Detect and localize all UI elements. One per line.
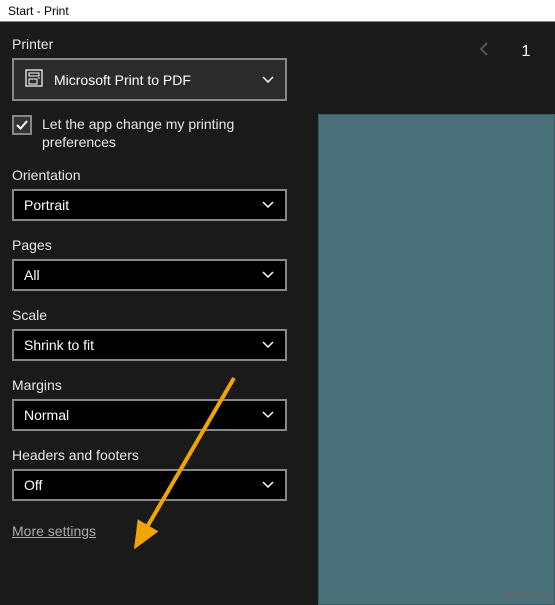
chevron-down-icon xyxy=(261,268,275,282)
prev-page-button[interactable] xyxy=(477,40,491,63)
page-number: 1 xyxy=(521,43,531,61)
pages-value: All xyxy=(24,267,40,283)
margins-value: Normal xyxy=(24,407,69,423)
chevron-down-icon xyxy=(261,198,275,212)
print-options-panel: Printer Microsoft Print to PDF xyxy=(0,22,310,605)
chevron-left-icon xyxy=(477,40,491,58)
window-title-bar: Start - Print xyxy=(0,0,555,22)
printer-label: Printer xyxy=(12,36,296,52)
window-title: Start - Print xyxy=(8,4,69,18)
preferences-checkbox-row[interactable]: Let the app change my printing preferenc… xyxy=(12,115,296,151)
headers-footers-label: Headers and footers xyxy=(12,447,296,463)
orientation-label: Orientation xyxy=(12,167,296,183)
printer-icon xyxy=(24,68,44,91)
watermark: wsxdn.com xyxy=(501,590,551,601)
preview-document xyxy=(318,114,555,605)
preferences-checkbox-label: Let the app change my printing preferenc… xyxy=(42,115,282,151)
pages-label: Pages xyxy=(12,237,296,253)
preferences-checkbox[interactable] xyxy=(12,115,32,135)
printer-select[interactable]: Microsoft Print to PDF xyxy=(12,58,287,101)
orientation-select[interactable]: Portrait xyxy=(12,189,287,221)
orientation-value: Portrait xyxy=(24,197,69,213)
chevron-down-icon xyxy=(261,408,275,422)
print-preview-panel: 1 xyxy=(310,22,555,605)
chevron-down-icon xyxy=(261,73,275,87)
scale-select[interactable]: Shrink to fit xyxy=(12,329,287,361)
chevron-down-icon xyxy=(261,478,275,492)
scale-value: Shrink to fit xyxy=(24,337,94,353)
more-settings-link[interactable]: More settings xyxy=(12,523,96,539)
headers-footers-value: Off xyxy=(24,477,42,493)
headers-footers-select[interactable]: Off xyxy=(12,469,287,501)
margins-label: Margins xyxy=(12,377,296,393)
pages-select[interactable]: All xyxy=(12,259,287,291)
checkmark-icon xyxy=(15,118,29,132)
printer-value: Microsoft Print to PDF xyxy=(54,72,191,88)
chevron-down-icon xyxy=(261,338,275,352)
scale-label: Scale xyxy=(12,307,296,323)
margins-select[interactable]: Normal xyxy=(12,399,287,431)
